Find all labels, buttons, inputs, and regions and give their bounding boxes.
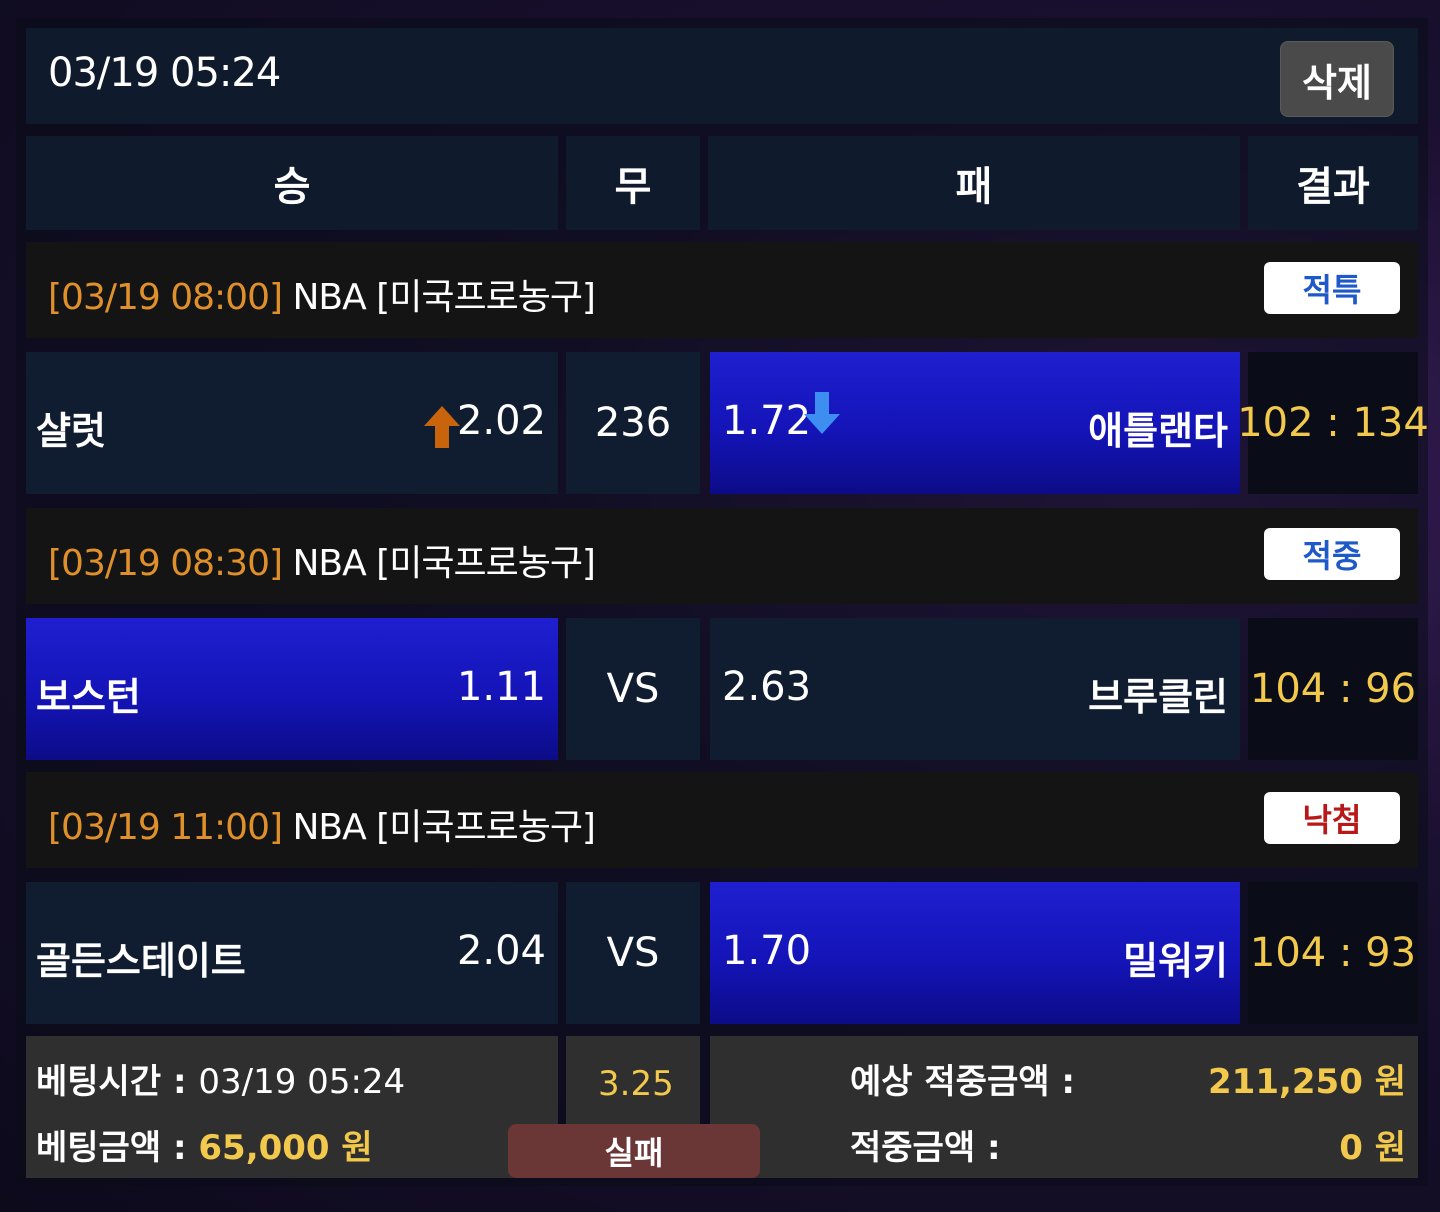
game-score: 104 : 93 [1248,882,1418,1024]
away-team: 애틀랜타 [1088,409,1228,453]
bet-time-value: 03/19 05:24 [198,1062,406,1102]
away-score: 134 [1352,400,1429,446]
home-team: 골든스테이트 [36,939,246,983]
home-team: 샬럿 [36,409,106,453]
home-score: 104 [1249,666,1327,712]
home-team: 보스턴 [36,675,141,719]
bet-datetime: 03/19 05:24 [48,50,281,96]
game-score: 102 : 134 [1237,352,1429,494]
away-score: 96 [1365,666,1417,712]
win-amount-label: 적중금액 : [850,1128,1001,1168]
total-odds: 3.25 [598,1064,674,1104]
status-badge: 낙첨 [1264,792,1400,844]
home-odds: 1.11 [456,664,546,710]
game-time: [03/19 11:00] [48,807,283,848]
league-name: NBA [미국프로농구] [282,277,596,318]
league-info: [03/19 08:30] NBA [미국프로농구] [48,534,596,586]
bet-info-left: 베팅시간 : 03/19 05:24 베팅금액 : 65,000 원 [26,1036,558,1178]
handicap-value: 236 [566,352,700,494]
column-draw: 무 [566,136,700,230]
league-row: [03/19 08:00] NBA [미국프로농구] 적특 [26,242,1418,338]
home-odds-cell[interactable]: 골든스테이트 2.04 [26,882,558,1024]
expected-win-value: 211,250 원 [1208,1062,1406,1102]
league-info: [03/19 11:00] NBA [미국프로농구] [48,798,596,850]
home-odds: 2.02 [456,398,546,444]
home-odds-cell[interactable]: 샬럿 2.02 [26,352,558,494]
game-time: [03/19 08:00] [48,277,283,318]
league-name: NBA [미국프로농구] [282,807,596,848]
bet-time-row: 베팅시간 : 03/19 05:24 [36,1054,405,1103]
away-odds: 1.72 [722,398,812,444]
bet-time-label: 베팅시간 : [36,1062,199,1102]
game-time: [03/19 08:30] [48,543,283,584]
game-score: 104 : 96 [1248,618,1418,760]
away-odds: 2.63 [722,664,812,710]
away-team: 밀워키 [1123,939,1228,983]
odds-down-arrow-icon [804,392,840,434]
column-result: 결과 [1248,136,1418,230]
status-badge: 적중 [1264,528,1400,580]
away-odds: 1.70 [722,928,812,974]
away-team: 브루클린 [1088,675,1228,719]
win-amount-value: 0 원 [1339,1128,1406,1168]
league-name: NBA [미국프로농구] [282,543,596,584]
home-score: 104 [1249,930,1327,976]
bet-slip-header: 03/19 05:24 삭제 [26,28,1418,124]
expected-win-label: 예상 적중금액 : [850,1062,1075,1102]
away-odds-cell-selected[interactable]: 1.72 애틀랜타 [710,352,1240,494]
fail-status-button[interactable]: 실패 [508,1124,760,1178]
home-score: 102 [1237,400,1314,446]
bet-amount-value: 65,000 원 [198,1128,373,1168]
bet-amount-label: 베팅금액 : [36,1128,199,1168]
column-win: 승 [26,136,558,230]
delete-button[interactable]: 삭제 [1280,41,1394,117]
away-score: 93 [1365,930,1417,976]
status-badge: 적특 [1264,262,1400,314]
vs-label: VS [566,618,700,760]
league-row: [03/19 08:30] NBA [미국프로농구] 적중 [26,508,1418,604]
bet-info-right: 예상 적중금액 : 211,250 원 적중금액 : 0 원 [710,1036,1418,1178]
column-lose: 패 [708,136,1240,230]
bet-amount-row: 베팅금액 : 65,000 원 [36,1120,373,1169]
league-row: [03/19 11:00] NBA [미국프로농구] 낙첨 [26,772,1418,868]
home-odds: 2.04 [456,928,546,974]
home-odds-cell-selected[interactable]: 보스턴 1.11 [26,618,558,760]
away-odds-cell-selected[interactable]: 1.70 밀워키 [710,882,1240,1024]
away-odds-cell[interactable]: 2.63 브루클린 [710,618,1240,760]
league-info: [03/19 08:00] NBA [미국프로농구] [48,268,596,320]
vs-label: VS [566,882,700,1024]
